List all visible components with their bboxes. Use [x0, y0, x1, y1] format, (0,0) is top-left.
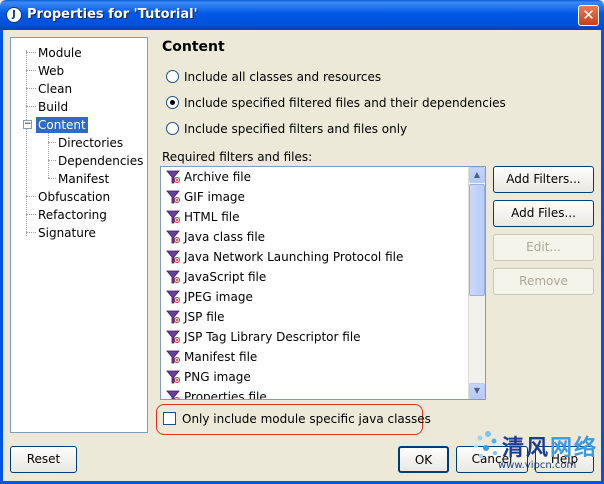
- radio-button-icon[interactable]: [166, 96, 179, 109]
- watermark-url: www.vipcn.com: [498, 460, 577, 471]
- tree-item-web[interactable]: Web: [38, 63, 64, 79]
- radio-button-icon[interactable]: [166, 70, 179, 83]
- list-item-label: Java class file: [184, 230, 266, 244]
- list-item-label: JSP file: [184, 310, 225, 324]
- window-title: Properties for 'Tutorial': [27, 7, 198, 22]
- list-item-label: JSP Tag Library Descriptor file: [184, 330, 361, 344]
- radio-button-icon[interactable]: [166, 122, 179, 135]
- tree-connector: [48, 132, 49, 178]
- tree-connector: [26, 196, 36, 197]
- list-item-label: Java Network Launching Protocol file: [184, 250, 404, 264]
- filter-icon: [166, 290, 180, 303]
- filters-list[interactable]: Archive file GIF image HTML file Java class…: [160, 166, 486, 400]
- checkbox-label: Only include module specific java classe…: [182, 412, 431, 426]
- list-item[interactable]: Java class file: [165, 227, 265, 247]
- list-item[interactable]: JPEG image: [165, 287, 253, 307]
- filter-icon: [166, 170, 180, 183]
- tree-item-refactoring[interactable]: Refactoring: [38, 207, 107, 223]
- filter-icon: [166, 310, 180, 323]
- tree-item-directories[interactable]: Directories: [58, 135, 123, 151]
- list-item-label: GIF image: [184, 190, 245, 204]
- list-item-label: Manifest file: [184, 350, 258, 364]
- list-item[interactable]: PNG image: [165, 367, 251, 387]
- list-item[interactable]: HTML file: [165, 207, 239, 227]
- list-item-label: Properties file: [184, 390, 267, 400]
- filter-icon: [166, 370, 180, 383]
- list-item[interactable]: JSP Tag Library Descriptor file: [165, 327, 361, 347]
- filter-icon: [166, 210, 180, 223]
- tree-connector: [26, 88, 36, 89]
- watermark-brand-b: 网络: [550, 436, 599, 461]
- scroll-down-icon[interactable]: ▼: [469, 383, 485, 399]
- list-item[interactable]: JSP file: [165, 307, 224, 327]
- filter-icon: [166, 230, 180, 243]
- list-item[interactable]: Java Network Launching Protocol file: [165, 247, 403, 267]
- tree-connector: [26, 50, 27, 236]
- reset-button[interactable]: Reset: [10, 446, 77, 473]
- watermark-logo: 清风网络 www.vipcn.com: [470, 428, 604, 484]
- radio-include-filtered-dependencies[interactable]: Include specified filtered files and the…: [166, 95, 506, 111]
- radio-label: Include specified filters and files only: [184, 122, 408, 136]
- tree-connector: [48, 142, 56, 143]
- list-item-label: HTML file: [184, 210, 240, 224]
- list-item-label: Archive file: [184, 170, 251, 184]
- title-bar[interactable]: J Properties for 'Tutorial' ✕: [0, 0, 604, 30]
- scroll-up-icon[interactable]: ▲: [469, 167, 485, 183]
- watermark-dots-icon: [474, 431, 497, 458]
- list-item[interactable]: Manifest file: [165, 347, 257, 367]
- page-title: Content: [162, 39, 225, 55]
- filter-icon: [166, 250, 180, 263]
- list-item-label: JavaScript file: [184, 270, 267, 284]
- tree-item-obfuscation[interactable]: Obfuscation: [38, 189, 110, 205]
- tree-item-build[interactable]: Build: [38, 99, 68, 115]
- add-filters-button[interactable]: Add Filters...: [493, 166, 594, 193]
- tree-connector: [26, 232, 36, 233]
- tree-connector: [26, 214, 36, 215]
- list-item[interactable]: GIF image: [165, 187, 245, 207]
- collapse-icon[interactable]: −: [23, 120, 32, 129]
- required-list-label: Required filters and files:: [162, 150, 313, 164]
- radio-label: Include all classes and resources: [184, 70, 382, 84]
- remove-button[interactable]: Remove: [493, 268, 594, 295]
- add-files-button[interactable]: Add Files...: [493, 200, 594, 227]
- list-item[interactable]: Properties file: [165, 387, 267, 400]
- tree-item-module[interactable]: Module: [38, 45, 82, 61]
- tree-item-clean[interactable]: Clean: [38, 81, 72, 97]
- filter-icon: [166, 390, 180, 399]
- scroll-thumb[interactable]: [469, 184, 485, 296]
- app-icon: J: [6, 7, 22, 23]
- list-item-label: JPEG image: [184, 290, 253, 304]
- category-tree[interactable]: Module Web Clean Build Content Directori…: [10, 37, 148, 433]
- radio-include-all[interactable]: Include all classes and resources: [166, 69, 381, 85]
- filter-icon: [166, 330, 180, 343]
- checkbox-icon[interactable]: [163, 412, 176, 425]
- tree-item-manifest[interactable]: Manifest: [58, 171, 109, 187]
- module-classes-checkbox-row[interactable]: Only include module specific java classe…: [163, 411, 431, 427]
- list-item[interactable]: JavaScript file: [165, 267, 266, 287]
- edit-button[interactable]: Edit...: [493, 234, 594, 261]
- watermark-brand: 清风网络: [502, 430, 598, 462]
- tree-item-content[interactable]: Content: [36, 117, 88, 133]
- tree-item-dependencies[interactable]: Dependencies: [58, 153, 143, 169]
- close-button[interactable]: ✕: [578, 5, 599, 26]
- radio-label: Include specified filtered files and the…: [184, 96, 506, 110]
- filter-icon: [166, 190, 180, 203]
- list-scrollbar[interactable]: ▲ ▼: [468, 167, 485, 399]
- tree-connector: [26, 52, 36, 53]
- tree-connector: [26, 70, 36, 71]
- ok-button[interactable]: OK: [398, 446, 449, 473]
- tree-connector: [48, 178, 56, 179]
- tree-connector: [48, 160, 56, 161]
- list-item-label: PNG image: [184, 370, 251, 384]
- list-item[interactable]: Archive file: [165, 167, 251, 187]
- tree-item-signature[interactable]: Signature: [38, 225, 96, 241]
- filter-icon: [166, 350, 180, 363]
- filter-icon: [166, 270, 180, 283]
- radio-include-filters-only[interactable]: Include specified filters and files only: [166, 121, 407, 137]
- tree-connector: [26, 106, 36, 107]
- watermark-brand-a: 清风: [502, 436, 551, 461]
